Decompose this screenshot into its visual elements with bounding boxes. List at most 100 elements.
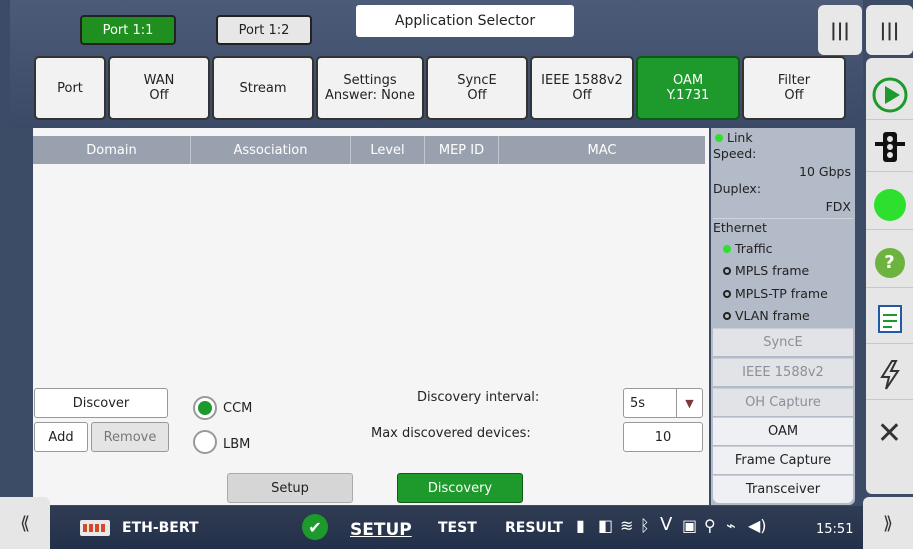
tab-port[interactable]: Port — [34, 56, 106, 120]
clock: 15:51 — [816, 522, 854, 537]
duplex-label: Duplex: — [713, 181, 762, 196]
traffic-label: Traffic — [734, 241, 773, 256]
status-led-icon — [866, 180, 913, 230]
tab-oam[interactable]: OAM Y.1731 — [636, 56, 740, 120]
max-devices-input[interactable]: 10 — [623, 422, 703, 452]
discovery-interval-select[interactable]: 5s ▼ — [623, 388, 703, 418]
status-panel: Link Speed: 10 Gbps Duplex: FDX Ethernet… — [711, 128, 855, 505]
mep-table-body[interactable] — [33, 164, 705, 376]
tab-port-label: Port — [57, 80, 83, 96]
mpls-status: MPLS frame — [723, 263, 809, 278]
tab-ieee1588v2-label: IEEE 1588v2 — [541, 73, 623, 88]
app-icon — [80, 520, 110, 536]
vlan-led-icon — [723, 312, 731, 320]
wifi-icon: ≋ — [620, 516, 634, 535]
status-transceiver[interactable]: Transceiver — [713, 475, 853, 503]
status-oh-capture[interactable]: OH Capture — [713, 388, 853, 416]
chevron-right-icon[interactable]: ⟫ — [863, 497, 913, 549]
mplstp-label: MPLS-TP frame — [734, 286, 828, 301]
discovery-interval-value: 5s — [630, 395, 646, 411]
chevron-down-icon: ▼ — [676, 389, 702, 417]
tab-stream-label: Stream — [239, 80, 287, 96]
tab-filter-value: Off — [784, 88, 804, 103]
remove-button[interactable]: Remove — [91, 422, 169, 452]
setup-button[interactable]: Setup — [227, 473, 353, 503]
tab-stream[interactable]: Stream — [212, 56, 314, 120]
usb-icon: ⌁ — [726, 516, 736, 535]
discovery-button[interactable]: Discovery — [397, 473, 523, 503]
port-1-1-button[interactable]: Port 1:1 — [80, 15, 176, 45]
tab-filter-label: Filter — [777, 73, 811, 88]
play-icon[interactable] — [866, 70, 913, 120]
app-name: ETH-BERT — [122, 520, 199, 536]
link-status: Link — [715, 130, 753, 145]
ccm-radio[interactable] — [193, 396, 217, 420]
link-led-icon — [715, 134, 723, 142]
tab-oam-label: OAM — [672, 73, 704, 88]
tab-synce-value: Off — [467, 88, 487, 103]
tab-ieee1588v2[interactable]: IEEE 1588v2 Off — [530, 56, 634, 120]
speed-label: Speed: — [713, 146, 757, 161]
tab-ieee1588v2-value: Off — [572, 88, 592, 103]
test-tab[interactable]: TEST — [438, 520, 477, 536]
vnc-icon: V — [660, 514, 673, 535]
tab-oam-value: Y.1731 — [666, 88, 710, 103]
mplstp-status: MPLS-TP frame — [723, 286, 828, 301]
max-devices-label: Max discovered devices: — [371, 426, 531, 441]
oam-main-panel: Domain Association Level MEP ID MAC Disc… — [33, 128, 709, 505]
link-label: Link — [726, 130, 753, 145]
lbm-label: LBM — [223, 437, 251, 452]
tab-wan-value: Off — [149, 88, 169, 103]
tab-filter[interactable]: Filter Off — [742, 56, 846, 120]
tab-settings[interactable]: Settings Answer: None — [316, 56, 424, 120]
power-icon: ▮ — [576, 516, 585, 535]
tab-settings-value: Answer: None — [324, 88, 416, 103]
traffic-light-icon[interactable] — [866, 122, 913, 172]
discover-button[interactable]: Discover — [34, 388, 168, 418]
mpls-led-icon — [723, 267, 731, 275]
mpls-label: MPLS frame — [734, 263, 810, 278]
col-domain: Domain — [33, 136, 191, 164]
tab-wan[interactable]: WAN Off — [108, 56, 210, 120]
col-association: Association — [191, 136, 351, 164]
mplstp-led-icon — [723, 290, 731, 298]
report-icon[interactable] — [866, 294, 913, 344]
duplex-value: FDX — [825, 199, 851, 214]
discovery-interval-label: Discovery interval: — [417, 390, 540, 405]
menu-toggle-icon[interactable]: ||| — [866, 5, 913, 55]
vlan-status: VLAN frame — [723, 308, 810, 323]
application-selector-button[interactable]: Application Selector — [356, 5, 574, 37]
network-icon: ◧ — [598, 516, 614, 535]
setup-tab[interactable]: SETUP — [350, 520, 412, 540]
screen-icon: ▣ — [682, 516, 698, 535]
col-level: Level — [351, 136, 425, 164]
panel-toggle-icon[interactable]: ||| — [818, 5, 862, 55]
error-inject-icon[interactable] — [866, 350, 913, 400]
status-oam[interactable]: OAM — [713, 417, 853, 445]
satellite-icon: ⚲ — [704, 516, 716, 535]
check-icon: ✔ — [302, 514, 328, 540]
traffic-status: Traffic — [723, 241, 773, 256]
speaker-icon[interactable]: ◀) — [748, 516, 767, 535]
ethernet-label: Ethernet — [713, 220, 767, 235]
add-button[interactable]: Add — [34, 422, 88, 452]
lbm-radio[interactable] — [193, 430, 217, 454]
tab-settings-label: Settings — [343, 73, 397, 88]
vlan-label: VLAN frame — [734, 308, 810, 323]
status-frame-capture[interactable]: Frame Capture — [713, 446, 853, 474]
chevron-left-icon[interactable]: ⟪ — [0, 497, 50, 549]
ccm-label: CCM — [223, 401, 253, 416]
help-icon[interactable]: ? — [866, 238, 913, 288]
mep-table-header: Domain Association Level MEP ID MAC — [33, 136, 705, 164]
result-tab[interactable]: RESULT — [505, 520, 563, 536]
port-1-2-button[interactable]: Port 1:2 — [216, 15, 312, 45]
close-icon[interactable]: ✕ — [866, 408, 913, 458]
status-synce[interactable]: SyncE — [713, 328, 853, 356]
col-mep-id: MEP ID — [425, 136, 499, 164]
tab-synce-label: SyncE — [457, 73, 497, 88]
traffic-led-icon — [723, 245, 731, 253]
speed-value: 10 Gbps — [799, 164, 851, 179]
tab-synce[interactable]: SyncE Off — [426, 56, 528, 120]
status-ieee1588v2[interactable]: IEEE 1588v2 — [713, 358, 853, 386]
col-mac: MAC — [587, 142, 617, 158]
